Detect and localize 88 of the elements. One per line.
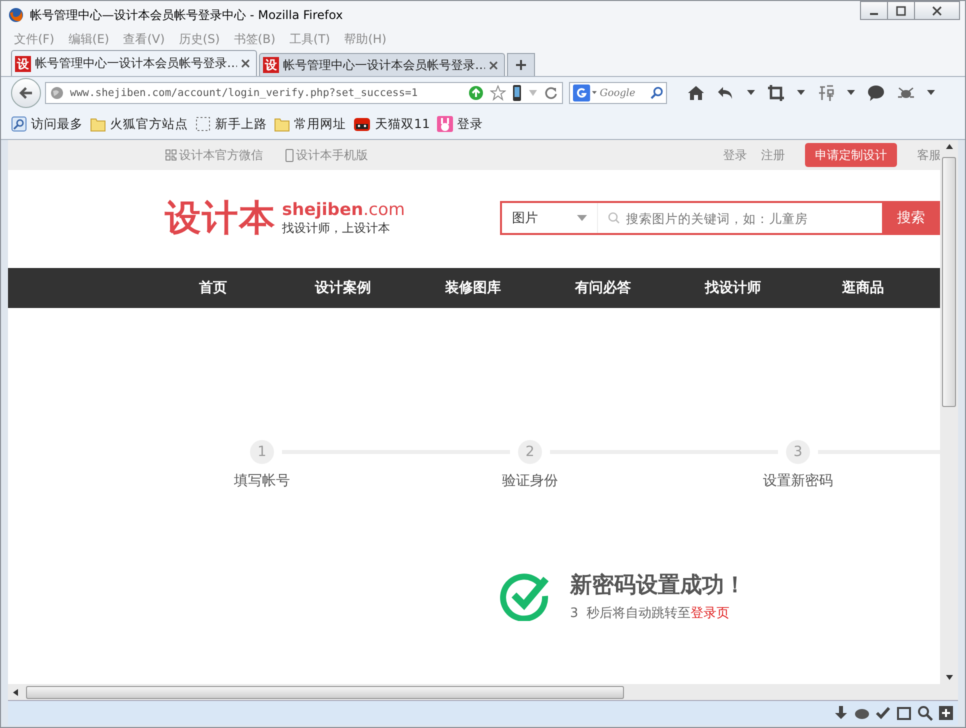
- step-label: 设置新密码: [762, 472, 834, 490]
- nav-link[interactable]: 逛商品: [798, 279, 928, 297]
- dropdown-icon[interactable]: [797, 90, 805, 96]
- favicon-icon: 设: [263, 57, 279, 73]
- bookmark-item[interactable]: 火狐官方站点: [90, 116, 188, 132]
- folder-search-icon: [11, 116, 27, 132]
- new-tab-button[interactable]: [507, 53, 535, 76]
- firefox-logo-icon: [8, 7, 24, 23]
- step-label: 填写帐号: [233, 472, 291, 490]
- bookmark-item[interactable]: 天猫双11: [353, 116, 430, 132]
- bookmark-label: 登录: [456, 116, 483, 132]
- rabbit-icon: [436, 116, 453, 132]
- favicon-icon: 设: [15, 56, 31, 72]
- custom-design-button[interactable]: 申请定制设计: [805, 143, 897, 167]
- cat-head-icon: [353, 116, 371, 132]
- horizontal-scrollbar[interactable]: [8, 684, 958, 700]
- scroll-down-icon[interactable]: [946, 675, 952, 680]
- step-number: 2: [518, 440, 542, 464]
- maximize-icon: [896, 6, 906, 16]
- folder-icon: [90, 116, 106, 132]
- search-button[interactable]: 搜索: [882, 201, 940, 235]
- search-icon: [608, 212, 620, 224]
- plus-icon: [515, 59, 527, 71]
- close-button[interactable]: [914, 1, 960, 20]
- check-circle-icon: [500, 571, 550, 621]
- window-icon[interactable]: [896, 705, 912, 721]
- minimize-button[interactable]: [860, 1, 888, 20]
- bookmark-label: 火狐官方站点: [110, 116, 188, 132]
- nav-link[interactable]: 有问必答: [538, 279, 668, 297]
- address-bar[interactable]: www.shejiben.com/account/login_verify.php?set_success=1: [45, 82, 563, 104]
- back-arrow-icon: [18, 85, 34, 101]
- dropdown-icon[interactable]: [927, 90, 935, 96]
- download-icon[interactable]: [833, 705, 849, 721]
- login-link[interactable]: 登录页: [690, 606, 730, 621]
- bookmark-label: 新手上路: [215, 116, 267, 132]
- nav-link[interactable]: 首页: [148, 279, 278, 297]
- search-icon[interactable]: [650, 86, 663, 100]
- dropdown-icon[interactable]: [847, 90, 855, 96]
- step-number: 3: [786, 440, 810, 464]
- home-icon[interactable]: [687, 84, 705, 102]
- site-domain: shejiben.com: [282, 200, 405, 220]
- dashed-page-icon: [195, 116, 211, 132]
- scroll-up-icon[interactable]: [946, 144, 952, 149]
- bookmark-label: 访问最多: [31, 116, 83, 132]
- search-engine-icon[interactable]: [573, 84, 598, 102]
- zoom-icon[interactable]: [917, 705, 933, 721]
- close-icon[interactable]: [489, 60, 498, 70]
- site-tagline: 找设计师，上设计本: [282, 220, 391, 236]
- check-icon[interactable]: [875, 705, 891, 721]
- site-logo[interactable]: 设计本: [165, 194, 276, 242]
- maximize-button[interactable]: [887, 1, 915, 20]
- nav-link[interactable]: 设计案例: [278, 279, 408, 297]
- vertical-scrollbar[interactable]: [940, 140, 958, 684]
- url-text: www.shejiben.com/account/login_verify.php?set_success=1: [70, 87, 419, 99]
- scroll-thumb[interactable]: [942, 157, 956, 407]
- nav-link[interactable]: 装修图库: [408, 279, 538, 297]
- star-icon[interactable]: [490, 85, 506, 101]
- phone-icon: [285, 148, 294, 162]
- redirect-message: 3 秒后将自动跳转至登录页: [570, 605, 731, 622]
- toolbar-glyph-icon[interactable]: [817, 84, 835, 102]
- qr-code-icon: [165, 149, 177, 161]
- crop-icon[interactable]: [767, 84, 785, 102]
- folder-icon: [274, 116, 290, 132]
- dropdown-icon[interactable]: [747, 90, 755, 96]
- step-label: 验证身份: [501, 472, 559, 490]
- scroll-left-icon[interactable]: [13, 688, 18, 696]
- phone-icon[interactable]: [512, 84, 522, 102]
- window-title: 帐号管理中心—设计本会员帐号登录中心 - Mozilla Firefox: [30, 6, 343, 24]
- bookmark-item[interactable]: 登录: [436, 116, 483, 132]
- globe-icon: [50, 86, 64, 100]
- bookmark-label: 天猫双11: [375, 116, 430, 132]
- add-icon[interactable]: [938, 705, 954, 721]
- bookmark-item[interactable]: 常用网址: [274, 116, 346, 132]
- caret-icon: [577, 215, 587, 221]
- back-button[interactable]: [11, 78, 41, 108]
- minimize-icon: [870, 12, 878, 14]
- chat-bubble-icon[interactable]: [867, 84, 885, 102]
- bookmark-item[interactable]: 新手上路: [195, 116, 267, 132]
- bookmark-item[interactable]: 访问最多: [11, 116, 83, 132]
- close-icon[interactable]: [241, 59, 250, 68]
- reload-icon[interactable]: [544, 86, 558, 100]
- step-number: 1: [250, 440, 274, 464]
- nav-link[interactable]: 找设计师: [668, 279, 798, 297]
- scroll-thumb[interactable]: [26, 686, 624, 698]
- close-icon: [932, 6, 942, 16]
- bookmark-label: 常用网址: [294, 116, 346, 132]
- go-icon[interactable]: [468, 85, 484, 101]
- success-title: 新密码设置成功！: [570, 572, 746, 600]
